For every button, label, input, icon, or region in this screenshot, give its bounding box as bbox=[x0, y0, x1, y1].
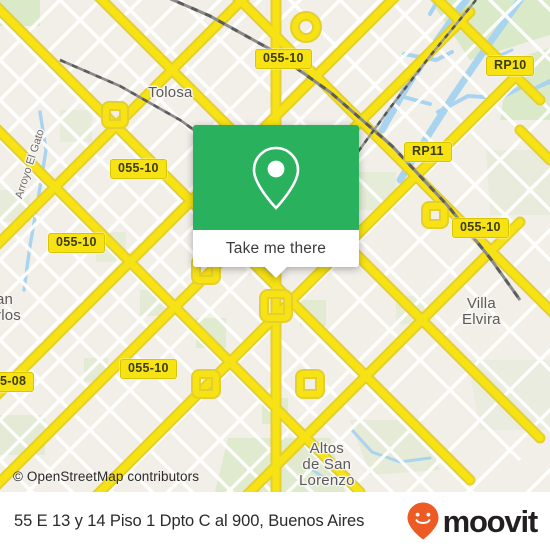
moovit-logo[interactable]: moovit bbox=[406, 501, 539, 541]
map-canvas[interactable]: Tolosa an rlos Villa Elvira Altos de San… bbox=[0, 0, 550, 492]
take-me-there-label: Take me there bbox=[225, 239, 327, 257]
address-text: 55 E 13 y 14 Piso 1 Dpto C al 900, Bueno… bbox=[14, 511, 365, 530]
osm-attribution[interactable]: © OpenStreetMap contributors bbox=[13, 469, 199, 484]
take-me-there-button[interactable]: Take me there bbox=[193, 230, 359, 278]
moovit-pin-icon bbox=[407, 502, 439, 540]
road-shield-rp11[interactable]: RP11 bbox=[404, 142, 452, 162]
footer-bar: 55 E 13 y 14 Piso 1 Dpto C al 900, Bueno… bbox=[0, 492, 550, 550]
map-pin-icon bbox=[252, 146, 300, 210]
road-shield-055-10-south[interactable]: 055-10 bbox=[120, 359, 177, 379]
road-shield-055-10-left[interactable]: 055-10 bbox=[48, 233, 105, 253]
road-shield-055-08[interactable]: 5-08 bbox=[0, 372, 35, 392]
road-shield-055-10-east[interactable]: 055-10 bbox=[452, 218, 509, 238]
road-shield-rp10[interactable]: RP10 bbox=[486, 56, 535, 76]
moovit-wordmark: moovit bbox=[442, 503, 539, 539]
road-shield-055-10-north[interactable]: 055-10 bbox=[255, 49, 312, 69]
popup-pointer bbox=[265, 267, 287, 278]
location-popup[interactable]: Take me there bbox=[193, 125, 359, 278]
popup-header bbox=[193, 125, 359, 230]
road-shield-055-10-west[interactable]: 055-10 bbox=[110, 159, 167, 179]
